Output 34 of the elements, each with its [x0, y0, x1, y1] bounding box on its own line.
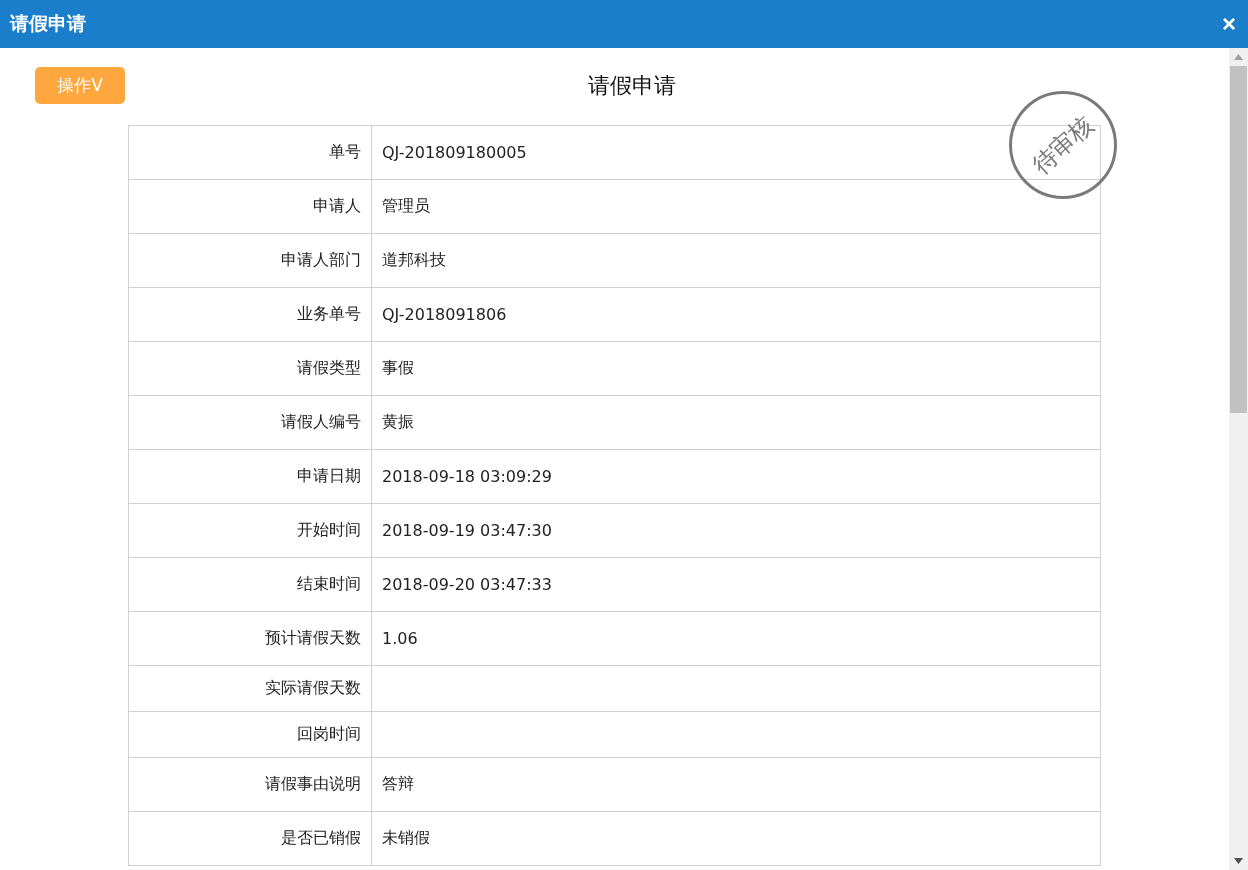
close-button[interactable]: × — [1218, 10, 1240, 38]
field-value: 管理员 — [381, 195, 430, 217]
field-value: 答辩 — [381, 773, 414, 795]
field-label: 单号 — [129, 126, 372, 179]
field-value: QJ-2018091806 — [381, 304, 507, 326]
field-value: 2018-09-20 03:47:33 — [381, 574, 552, 596]
field-value: 未销假 — [381, 827, 430, 849]
field-value: 1.06 — [381, 628, 418, 650]
field-label: 请假类型 — [129, 342, 372, 395]
field-label: 结束时间 — [129, 558, 372, 611]
scroll-down-icon[interactable] — [1234, 858, 1243, 864]
form-heading: 请假申请 — [588, 71, 676, 100]
field-label: 请假事由说明 — [129, 758, 372, 811]
field-value: 事假 — [381, 357, 414, 379]
field-label: 是否已销假 — [129, 812, 372, 865]
field-value: 黄振 — [381, 411, 414, 433]
window-title: 请假申请 — [10, 11, 86, 36]
scroll-thumb[interactable] — [1230, 66, 1247, 413]
field-label: 业务单号 — [129, 288, 372, 341]
field-value: QJ-201809180005 — [381, 142, 527, 164]
field-label: 申请人 — [129, 180, 372, 233]
scrollbar[interactable] — [1229, 48, 1248, 870]
field-value: 2018-09-19 03:47:30 — [381, 520, 552, 542]
field-label: 实际请假天数 — [129, 666, 372, 711]
field-value: 道邦科技 — [381, 249, 446, 271]
status-stamp: 待审核 — [1009, 91, 1117, 199]
field-label: 申请日期 — [129, 450, 372, 503]
field-value: 2018-09-18 03:09:29 — [381, 466, 552, 488]
field-label: 预计请假天数 — [129, 612, 372, 665]
field-label: 申请人部门 — [129, 234, 372, 287]
field-label: 请假人编号 — [129, 396, 372, 449]
field-label: 回岗时间 — [129, 712, 372, 757]
scroll-up-icon[interactable] — [1234, 54, 1243, 60]
field-label: 开始时间 — [129, 504, 372, 557]
